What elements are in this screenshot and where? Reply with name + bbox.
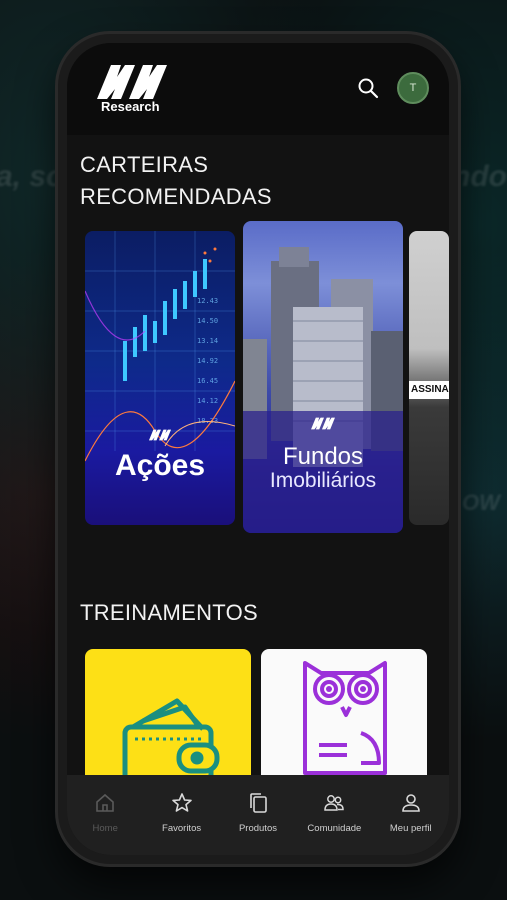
ticker-value: 12.43	[197, 297, 218, 305]
brand-mark-icon	[311, 417, 335, 430]
nav-item-favoritos[interactable]: Favoritos	[144, 791, 220, 834]
search-icon[interactable]	[357, 77, 379, 99]
app-screen: Research T CARTEIRAS RECOMENDADAS 12.43 …	[67, 43, 449, 855]
app-header: Research T	[67, 43, 449, 135]
nav-item-comunidade[interactable]: Comunidade	[296, 791, 372, 834]
ticker-value: 14.12	[197, 397, 218, 405]
card-label-acoes: Ações	[114, 449, 206, 482]
card-ribbon: ASSINA	[409, 381, 449, 399]
carteira-card-fundos-imobiliarios[interactable]: Fundos Imobiliários	[243, 221, 403, 533]
home-icon	[96, 793, 114, 812]
avatar[interactable]: T	[397, 72, 429, 104]
copy-icon	[250, 793, 267, 813]
ticker-value: 14.50	[197, 317, 218, 325]
bottom-navigation: Home Favoritos Produtos Comunidade Meu p…	[67, 775, 449, 855]
brand-logo[interactable]: Research	[95, 63, 175, 114]
logo-mark-icon	[97, 65, 167, 99]
carteiras-title-line1: CARTEIRAS	[80, 152, 209, 177]
card-label-imobiliarios: Imobiliários	[269, 469, 377, 492]
nav-item-produtos[interactable]: Produtos	[220, 791, 296, 834]
carteira-card-acoes[interactable]: 12.43 14.50 13.14 14.92 16.45 14.12 18.3…	[85, 231, 235, 525]
nav-label-home: Home	[92, 823, 118, 834]
star-icon	[171, 793, 192, 812]
user-icon	[401, 794, 420, 812]
background-text-3: OW	[462, 490, 500, 515]
logo-text: Research	[101, 99, 160, 114]
carteiras-title-line2: RECOMENDADAS	[80, 184, 272, 209]
ticker-value: 14.92	[197, 357, 218, 365]
nav-label-favoritos: Favoritos	[162, 823, 202, 834]
nav-item-meu-perfil[interactable]: Meu perfil	[373, 791, 449, 834]
nav-label-meu-perfil: Meu perfil	[389, 823, 432, 834]
carteiras-title: CARTEIRAS RECOMENDADAS	[80, 149, 272, 213]
people-icon	[324, 795, 345, 811]
nav-label-produtos: Produtos	[238, 823, 277, 834]
treinamentos-title: TREINAMENTOS	[80, 600, 258, 625]
owl-icon	[303, 661, 387, 775]
background-text-2: ndo	[452, 160, 507, 193]
brand-mark-icon	[148, 429, 172, 441]
nav-item-home[interactable]: Home	[67, 791, 143, 834]
ticker-value: 13.14	[197, 337, 218, 345]
training-card-finance[interactable]	[85, 649, 251, 789]
ticker-value: 16.45	[197, 377, 218, 385]
wallet-icon	[122, 698, 220, 789]
nav-label-comunidade: Comunidade	[307, 823, 362, 834]
carteira-card-partial[interactable]: ASSINA	[409, 231, 449, 525]
card-label-fundos: Fundos	[282, 443, 364, 470]
phone-frame: Research T CARTEIRAS RECOMENDADAS 12.43 …	[58, 34, 458, 864]
training-card-education[interactable]	[261, 649, 427, 789]
